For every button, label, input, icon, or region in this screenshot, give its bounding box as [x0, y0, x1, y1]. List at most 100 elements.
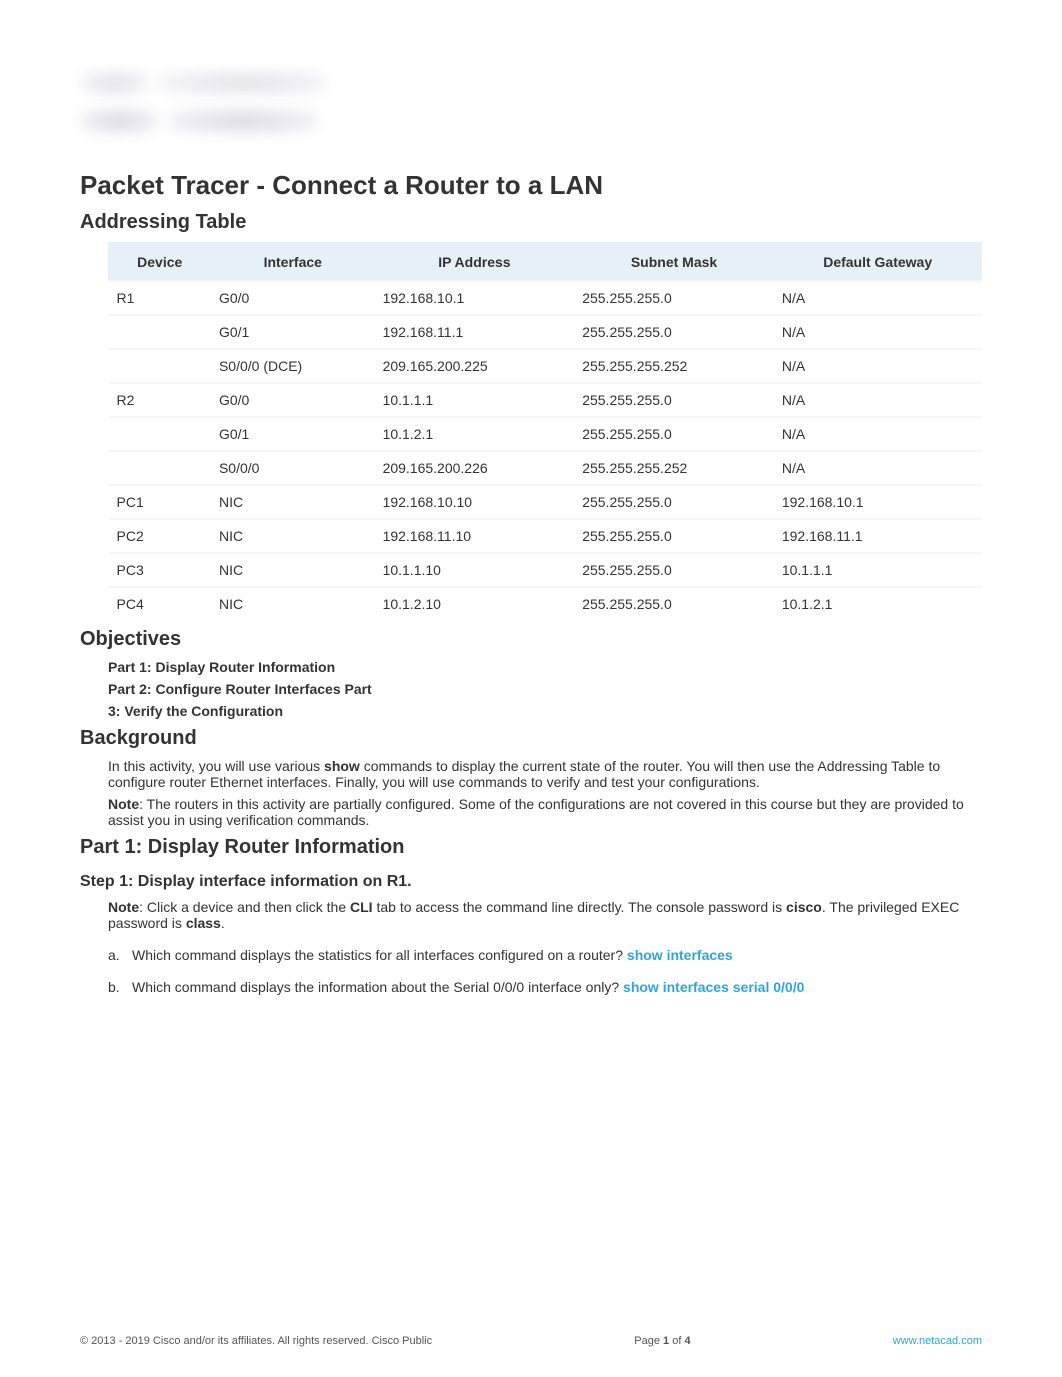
academy-text-blur — [168, 108, 318, 134]
logo-line-1 — [80, 66, 360, 100]
step1-list: Which command displays the statistics fo… — [80, 947, 982, 995]
bg-p1-a: In this activity, you will use various — [108, 758, 324, 774]
s1-a: : Click a device and then click the — [139, 899, 350, 915]
cell-device — [109, 417, 211, 451]
cell-ip: 10.1.2.10 — [375, 587, 575, 620]
cell-ip: 209.165.200.226 — [375, 451, 575, 485]
cell-ip: 192.168.10.10 — [375, 485, 575, 519]
cell-mask: 255.255.255.252 — [574, 451, 774, 485]
bg-note-label: Note — [108, 796, 139, 812]
cell-interface: G0/0 — [211, 383, 375, 417]
cell-gw: N/A — [774, 451, 982, 485]
cell-ip: 192.168.11.1 — [375, 315, 575, 349]
cell-mask: 255.255.255.0 — [574, 519, 774, 553]
page-footer: © 2013 - 2019 Cisco and/or its affiliate… — [80, 1335, 982, 1347]
s1-cisco: cisco — [786, 899, 822, 915]
cell-device: R2 — [109, 383, 211, 417]
cell-interface: G0/1 — [211, 315, 375, 349]
cell-gw: N/A — [774, 383, 982, 417]
section-part1: Part 1: Display Router Information — [80, 836, 982, 859]
cell-ip: 10.1.1.10 — [375, 553, 575, 587]
cell-mask: 255.255.255.0 — [574, 553, 774, 587]
cell-device: PC2 — [109, 519, 211, 553]
table-row: S0/0/0 209.165.200.226 255.255.255.252 N… — [109, 451, 982, 485]
table-row: R2 G0/0 10.1.1.1 255.255.255.0 N/A — [109, 383, 982, 417]
cell-gw: 10.1.2.1 — [774, 587, 982, 620]
cisco-logo-blurred — [80, 60, 360, 140]
cell-gw: N/A — [774, 417, 982, 451]
note-label: Note — [108, 899, 139, 915]
th-ip: IP Address — [375, 243, 575, 281]
cell-mask: 255.255.255.0 — [574, 485, 774, 519]
footer-right-link[interactable]: www.netacad.com — [893, 1335, 982, 1347]
qb-answer: show interfaces serial 0/0/0 — [623, 979, 804, 995]
cisco-text-blur — [80, 108, 158, 134]
step1-note: Note: Click a device and then click the … — [108, 899, 982, 931]
cisco-mark-blur — [80, 70, 150, 96]
section-addressing-table: Addressing Table — [80, 211, 982, 234]
qa-question: Which command displays the statistics fo… — [132, 947, 627, 963]
s1-cli: CLI — [350, 899, 373, 915]
th-interface: Interface — [211, 243, 375, 281]
cell-gw: N/A — [774, 349, 982, 383]
section-objectives: Objectives — [80, 628, 982, 651]
cell-interface: G0/1 — [211, 417, 375, 451]
objective-line-3: 3: Verify the Configuration — [108, 703, 982, 719]
cell-mask: 255.255.255.0 — [574, 315, 774, 349]
th-gw: Default Gateway — [774, 243, 982, 281]
cell-interface: NIC — [211, 519, 375, 553]
cell-gw: 10.1.1.1 — [774, 553, 982, 587]
cell-device: PC4 — [109, 587, 211, 620]
cell-mask: 255.255.255.0 — [574, 383, 774, 417]
qb-question: Which command displays the information a… — [132, 979, 623, 995]
logo-line-2 — [80, 104, 360, 138]
addressing-table-wrap: Device Interface IP Address Subnet Mask … — [80, 242, 982, 620]
table-row: G0/1 10.1.2.1 255.255.255.0 N/A — [109, 417, 982, 451]
step1-body: Note: Click a device and then click the … — [80, 899, 982, 931]
cell-ip: 192.168.10.1 — [375, 281, 575, 315]
cell-ip: 209.165.200.225 — [375, 349, 575, 383]
cell-mask: 255.255.255.252 — [574, 349, 774, 383]
cell-mask: 255.255.255.0 — [574, 587, 774, 620]
th-mask: Subnet Mask — [574, 243, 774, 281]
cell-device — [109, 451, 211, 485]
table-row: S0/0/0 (DCE) 209.165.200.225 255.255.255… — [109, 349, 982, 383]
table-row: PC1 NIC 192.168.10.10 255.255.255.0 192.… — [109, 485, 982, 519]
logo-area — [80, 60, 982, 140]
background-p2: Note: The routers in this activity are p… — [108, 796, 982, 828]
objective-line-1: Part 1: Display Router Information — [108, 659, 982, 675]
document-page: Packet Tracer - Connect a Router to a LA… — [0, 0, 1062, 1377]
cell-interface: NIC — [211, 553, 375, 587]
step1-item-a: Which command displays the statistics fo… — [108, 947, 982, 963]
background-body: In this activity, you will use various s… — [80, 758, 982, 828]
cell-device — [109, 349, 211, 383]
table-row: R1 G0/0 192.168.10.1 255.255.255.0 N/A — [109, 281, 982, 315]
cell-ip: 10.1.2.1 — [375, 417, 575, 451]
table-row: PC4 NIC 10.1.2.10 255.255.255.0 10.1.2.1 — [109, 587, 982, 620]
cell-mask: 255.255.255.0 — [574, 417, 774, 451]
objectives-body: Part 1: Display Router Information Part … — [80, 659, 982, 719]
qa-answer: show interfaces — [627, 947, 733, 963]
footer-page-label: Page — [634, 1335, 663, 1347]
table-row: G0/1 192.168.11.1 255.255.255.0 N/A — [109, 315, 982, 349]
cell-gw: 192.168.11.1 — [774, 519, 982, 553]
footer-page-total: 4 — [684, 1335, 690, 1347]
table-header-row: Device Interface IP Address Subnet Mask … — [109, 243, 982, 281]
cell-gw: N/A — [774, 315, 982, 349]
s1-class: class — [186, 915, 221, 931]
s1-b: tab to access the command line directly.… — [373, 899, 786, 915]
networking-text-blur — [158, 70, 328, 96]
cell-interface: NIC — [211, 485, 375, 519]
cell-gw: N/A — [774, 281, 982, 315]
footer-left: © 2013 - 2019 Cisco and/or its affiliate… — [80, 1335, 432, 1347]
th-device: Device — [109, 243, 211, 281]
cell-device: PC1 — [109, 485, 211, 519]
cell-interface: S0/0/0 — [211, 451, 375, 485]
cell-interface: S0/0/0 (DCE) — [211, 349, 375, 383]
footer-page-of: of — [669, 1335, 684, 1347]
page-title: Packet Tracer - Connect a Router to a LA… — [80, 170, 982, 201]
table-row: PC2 NIC 192.168.11.10 255.255.255.0 192.… — [109, 519, 982, 553]
bg-p2-rest: : The routers in this activity are parti… — [108, 796, 964, 828]
cell-device — [109, 315, 211, 349]
footer-center: Page 1 of 4 — [634, 1335, 690, 1347]
